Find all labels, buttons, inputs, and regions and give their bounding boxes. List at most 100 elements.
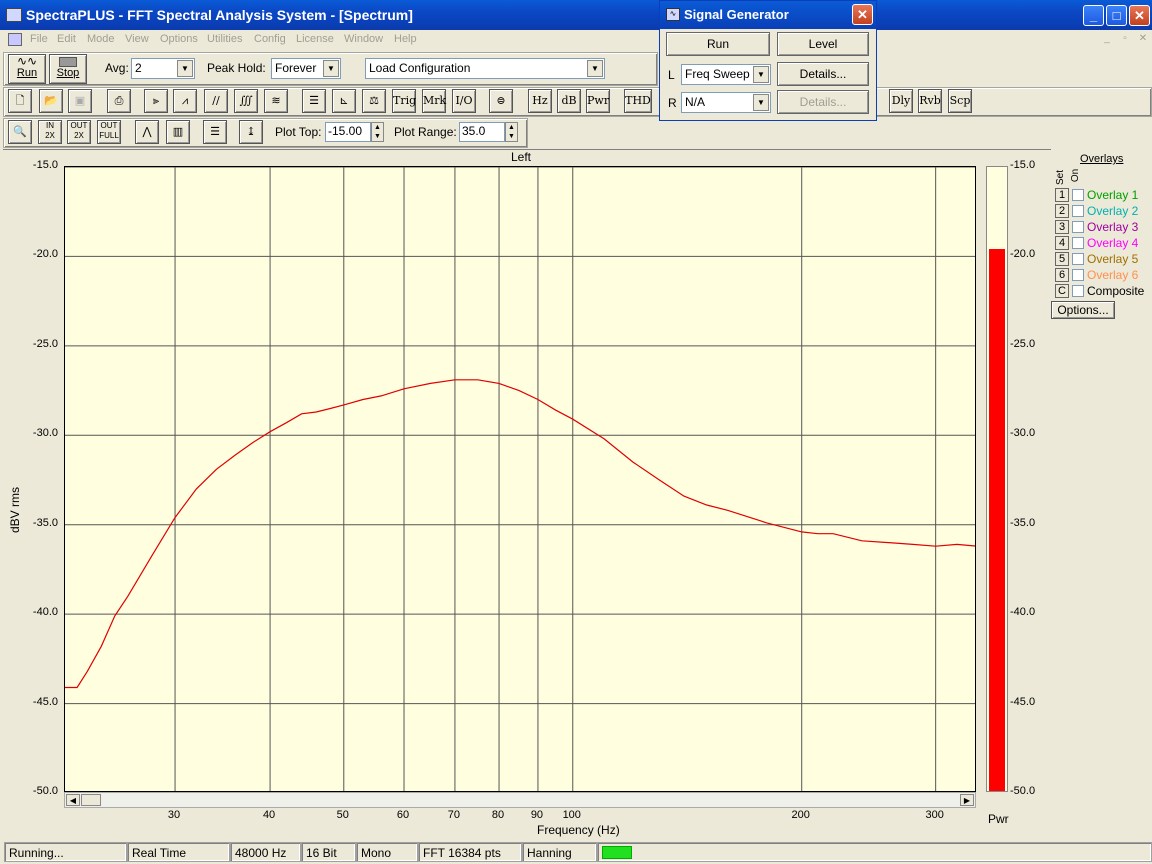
y-tick-label: -20.0 [32,248,58,261]
x-tick-label: 60 [396,809,410,821]
phase-icon[interactable]: ∭ [234,89,258,113]
settings-panel-icon[interactable]: ☰ [302,89,326,113]
menu-options[interactable]: Options [160,33,198,45]
overlay-set-button[interactable]: 5 [1055,252,1069,266]
pwr-tick-label: -45.0 [1010,695,1036,708]
status-channels: Mono [356,842,418,862]
overlay-set-button[interactable]: C [1055,284,1069,298]
hz-button[interactable]: Hz [528,89,552,113]
mdi-close-icon[interactable]: ✕ [1136,33,1150,46]
menu-help[interactable]: Help [394,33,417,45]
overlay-checkbox[interactable] [1072,269,1084,281]
mdi-minimize-icon[interactable]: _ [1100,33,1114,46]
menu-file[interactable]: File [30,33,48,45]
overlay-set-button[interactable]: 6 [1055,268,1069,282]
menu-utilities[interactable]: Utilities [207,33,242,45]
rvb-button[interactable]: Rvb [918,89,942,113]
overlay-checkbox[interactable] [1072,253,1084,265]
plot-top-input[interactable]: -15.00 [325,122,371,142]
doc-icon[interactable] [8,33,22,46]
axis-icon[interactable]: ⊾ [332,89,356,113]
io-button[interactable]: I/O [452,89,476,113]
config-select[interactable]: Load Configuration ▼ [365,58,605,79]
overlay-checkbox[interactable] [1072,221,1084,233]
window-title: SpectraPLUS - FFT Spectral Analysis Syst… [26,7,413,23]
sg-run-button[interactable]: Run [666,32,770,56]
pwr-meter-bar [989,249,1005,791]
sg-left-mode-select[interactable]: Freq Sweep ▼ [681,64,771,85]
overlay-set-button[interactable]: 1 [1055,188,1069,202]
zoom-in-2x-button[interactable]: IN 2X [38,120,62,144]
overlay-set-button[interactable]: 4 [1055,236,1069,250]
plot-range-input[interactable]: 35.0 [459,122,505,142]
panel-icon[interactable]: ☰ [203,120,227,144]
waveform-icon[interactable]: ∕∕ [204,89,228,113]
sg-right-mode-select[interactable]: N/A ▼ [681,92,771,113]
stop-button[interactable]: Stop [49,54,87,84]
y-tick-label: -15.0 [32,159,58,171]
peak-icon[interactable]: ⩘ [173,89,197,113]
scroll-thumb[interactable] [81,794,101,806]
new-icon[interactable]: 🗋 [8,89,32,113]
app-icon [6,8,22,22]
overlay-checkbox[interactable] [1072,285,1084,297]
overlay-label: Composite [1087,284,1145,298]
dly-button[interactable]: Dly [889,89,913,113]
scroll-left-icon[interactable]: ◀ [66,794,80,806]
peak-marker-icon[interactable]: ⋀ [135,120,159,144]
x-tick-label: 200 [791,809,810,821]
pwr-tick-label: -40.0 [1010,606,1036,619]
pwr-tick-label: -25.0 [1010,337,1036,350]
menu-license[interactable]: License [296,33,334,45]
peak-hold-select[interactable]: Forever ▼ [271,58,341,79]
average-icon[interactable]: ⫸ [144,89,168,113]
bar-graph-icon[interactable]: ▥ [166,120,190,144]
calibrate-icon[interactable]: ⚖ [362,89,386,113]
sg-level-button[interactable]: Level [777,32,869,56]
spectrum-plot[interactable] [64,166,976,792]
avg-select[interactable]: 2 ▼ [131,58,195,79]
minimize-button[interactable]: _ [1083,5,1104,26]
h-scrollbar[interactable]: ◀ ▶ [64,792,976,808]
plot-range-spinner[interactable]: ▲ ▼ [505,122,518,142]
db-button[interactable]: dB [557,89,581,113]
menu-window[interactable]: Window [344,33,383,45]
maximize-button[interactable]: □ [1106,5,1127,26]
scp-button[interactable]: Scp [948,89,972,113]
pwr-button[interactable]: Pwr [586,89,610,113]
thd-button[interactable]: THD [624,89,652,113]
trig-button[interactable]: Trig [392,89,416,113]
overlay-set-button[interactable]: 2 [1055,204,1069,218]
open-icon[interactable]: 📂 [39,89,63,113]
overlay-checkbox[interactable] [1072,237,1084,249]
sg-right-details-button[interactable]: Details... [777,90,869,114]
vertical-scale-icon[interactable]: ↨ [239,120,263,144]
menu-mode[interactable]: Mode [87,33,115,45]
menu-view[interactable]: View [125,33,149,45]
overlay-checkbox[interactable] [1072,205,1084,217]
menu-config[interactable]: Config [254,33,286,45]
spectrogram-icon[interactable]: ≋ [264,89,288,113]
scroll-right-icon[interactable]: ▶ [960,794,974,806]
zoom-icon[interactable]: 🔍 [8,120,32,144]
close-button[interactable]: ✕ [1129,5,1150,26]
x-axis-label: Frequency (Hz) [537,823,620,837]
dropdown-arrow-icon: ▼ [587,60,603,77]
overlay-checkbox[interactable] [1072,189,1084,201]
chart-title: Left [511,150,532,164]
sg-left-details-button[interactable]: Details... [777,62,869,86]
run-button[interactable]: ∿∿ Run [8,54,46,84]
sg-close-button[interactable]: ✕ [852,4,873,25]
plot-top-spinner[interactable]: ▲ ▼ [371,122,384,142]
overlay-options-button[interactable]: Options... [1051,301,1115,319]
zoom-out-2x-button[interactable]: OUT 2X [67,120,91,144]
y-tick-label: -45.0 [32,695,58,708]
signal-generator-icon[interactable]: ⊜ [489,89,513,113]
print-icon[interactable]: ⎙ [107,89,131,113]
save-icon[interactable]: ▣ [68,89,92,113]
overlay-set-button[interactable]: 3 [1055,220,1069,234]
mrk-button[interactable]: Mrk [422,89,446,113]
zoom-out-full-button[interactable]: OUT FULL [97,120,121,144]
menu-edit[interactable]: Edit [57,33,76,45]
mdi-restore-icon[interactable]: ▫ [1118,33,1132,46]
